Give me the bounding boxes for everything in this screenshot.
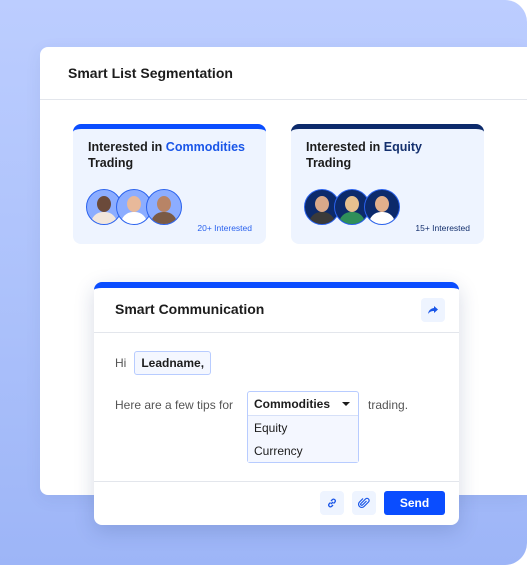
send-button[interactable]: Send bbox=[384, 491, 445, 515]
greeting-row: Hi Leadname, bbox=[115, 351, 212, 375]
trailing-text: trading. bbox=[368, 398, 409, 412]
interested-count: 20+ Interested bbox=[197, 223, 252, 233]
interested-count: 15+ Interested bbox=[415, 223, 470, 233]
dropdown-option-currency[interactable]: Currency bbox=[248, 439, 358, 462]
share-arrow-icon bbox=[428, 306, 438, 314]
segment-title: Interested in Commodities Trading bbox=[88, 139, 258, 171]
comm-title: Smart Communication bbox=[115, 301, 265, 317]
link-icon bbox=[328, 498, 336, 508]
avatar-group bbox=[86, 189, 182, 225]
segment-title: Interested in Equity Trading bbox=[306, 139, 476, 171]
greeting-text: Hi bbox=[115, 356, 127, 370]
attach-button[interactable] bbox=[352, 491, 376, 515]
segment-card-equity[interactable]: Interested in Equity Trading 15+ Interes… bbox=[291, 124, 484, 244]
segment-card-commodities[interactable]: Interested in Commodities Trading 20+ In… bbox=[73, 124, 266, 244]
panel-header: Smart List Segmentation bbox=[40, 47, 527, 100]
caret-down-icon bbox=[342, 402, 350, 406]
tip-text: Here are a few tips for bbox=[115, 398, 234, 412]
paperclip-icon bbox=[358, 497, 370, 509]
segment-dropdown[interactable]: Commodities Equity Currency bbox=[247, 391, 359, 463]
dropdown-selected-label: Commodities bbox=[254, 396, 331, 411]
segment-prefix: Interested in bbox=[88, 140, 166, 154]
insert-link-button[interactable] bbox=[320, 491, 344, 515]
dropdown-selected[interactable]: Commodities bbox=[248, 392, 358, 416]
segment-suffix: Trading bbox=[88, 156, 134, 170]
segment-suffix: Trading bbox=[306, 156, 352, 170]
share-button[interactable] bbox=[421, 298, 445, 322]
smart-communication-card: Smart Communication Hi Leadname, Here ar… bbox=[94, 282, 459, 525]
avatar bbox=[146, 189, 182, 225]
comm-footer: Send bbox=[94, 481, 459, 526]
avatar bbox=[364, 189, 400, 225]
segment-highlight: Commodities bbox=[165, 140, 245, 154]
panel-title: Smart List Segmentation bbox=[68, 65, 233, 81]
comm-header: Smart Communication bbox=[94, 288, 459, 333]
leadname-chip[interactable]: Leadname, bbox=[134, 351, 212, 375]
dropdown-option-equity[interactable]: Equity bbox=[248, 416, 358, 439]
segment-highlight: Equity bbox=[383, 140, 422, 154]
dropdown-options: Equity Currency bbox=[248, 416, 358, 462]
segment-prefix: Interested in bbox=[306, 140, 384, 154]
avatar-group bbox=[304, 189, 400, 225]
